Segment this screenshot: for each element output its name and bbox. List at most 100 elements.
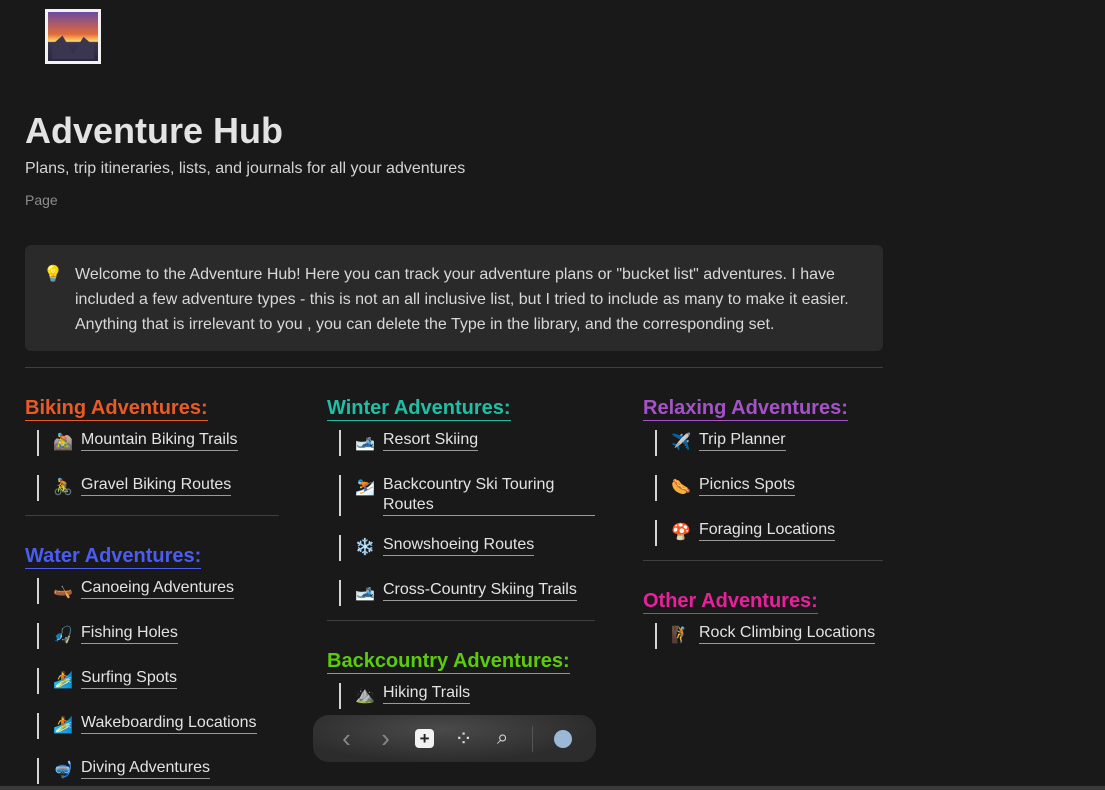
chevron-right-icon: › [381,723,390,753]
list-item: 🛶 Canoeing Adventures [37,578,279,604]
apps-button[interactable]: ⁘ [444,723,483,755]
page-emoji-icon: 🧗 [671,627,691,644]
list-item: 🎿 Cross-Country Skiing Trails [339,580,595,606]
list-item: ✈️ Trip Planner [655,430,883,456]
welcome-callout: 💡 Welcome to the Adventure Hub! Here you… [25,245,883,351]
biking-heading[interactable]: Biking Adventures: [25,396,208,421]
list-item: ❄️ Snowshoeing Routes [339,535,595,561]
page-emoji-icon: ⛰️ [355,687,375,704]
page-emoji-icon: 🌭 [671,479,691,496]
page-emoji-icon: 🏄 [53,717,73,734]
list-item: 🏄 Wakeboarding Locations [37,713,279,739]
page-emoji-icon: 🎿 [355,434,375,451]
page-link[interactable]: Backcountry Ski Touring Routes [383,476,554,513]
list-item: 🎿 Resort Skiing [339,430,595,456]
page-link-wrapper[interactable]: Trip Planner [699,430,786,451]
water-section: Water Adventures: 🛶 Canoeing Adventures 🎣 Fi… [25,544,279,784]
page-link-wrapper[interactable]: Fishing Holes [81,623,178,644]
relaxing-section: Relaxing Adventures: ✈️ Trip Planner 🌭 Picni… [643,396,883,546]
page-emoji-icon: ✈️ [671,434,691,451]
page-link-wrapper[interactable]: Surfing Spots [81,668,178,689]
page-emoji-icon: 🏄 [53,672,73,689]
water-heading[interactable]: Water Adventures: [25,544,202,569]
page-emoji-icon: 🍄 [671,524,691,541]
page-link-wrapper[interactable]: Rock Climbing Locations [699,623,876,644]
page-emoji-icon: 🛶 [53,582,73,599]
divider [327,620,595,621]
page-link[interactable]: Trip Planner [699,431,786,448]
divider [25,367,883,368]
dots-grid-icon: ⁘ [454,725,473,751]
page-emoji-icon: ❄️ [355,539,375,556]
winter-section: Winter Adventures: 🎿 Resort Skiing ⛷️ Backco… [327,396,595,606]
page-icon[interactable] [45,9,101,64]
page-link[interactable]: Surfing Spots [81,669,177,686]
page-emoji-icon: 🎣 [53,627,73,644]
new-page-button[interactable]: + [405,723,444,755]
page-link[interactable]: Fishing Holes [81,624,178,641]
profile-button[interactable] [543,723,582,755]
divider [25,515,279,516]
page-link-wrapper[interactable]: Foraging Locations [699,520,836,541]
page-link-wrapper[interactable]: Cross-Country Skiing Trails [383,580,577,601]
page-subtitle: Plans, trip itineraries, lists, and jour… [25,160,466,177]
page-link[interactable]: Rock Climbing Locations [699,624,875,641]
page-link-wrapper[interactable]: Mountain Biking Trails [81,430,238,451]
page-link[interactable]: Snowshoeing Routes [383,536,534,553]
page-link-wrapper[interactable]: Backcountry Ski Touring Routes [383,475,595,516]
page-emoji-icon: 🚵 [53,434,73,451]
list-item: ⛷️ Backcountry Ski Touring Routes [339,475,595,516]
back-button[interactable]: ‹ [327,723,366,755]
horizontal-scrollbar[interactable] [0,786,1105,790]
other-heading[interactable]: Other Adventures: [643,589,818,614]
list-item: 🏄 Surfing Spots [37,668,279,694]
list-item: 🧗 Rock Climbing Locations [655,623,883,649]
page-link[interactable]: Cross-Country Skiing Trails [383,581,577,598]
page-emoji-icon: 🤿 [53,762,73,779]
list-item: 🌭 Picnics Spots [655,475,883,501]
page-link-wrapper[interactable]: Hiking Trails [383,683,471,704]
page-link-wrapper[interactable]: Resort Skiing [383,430,479,451]
page-link-wrapper[interactable]: Diving Adventures [81,758,210,779]
page-title: Adventure Hub [25,110,284,151]
list-item: 🤿 Diving Adventures [37,758,279,784]
list-item: 🎣 Fishing Holes [37,623,279,649]
page-link[interactable]: Gravel Biking Routes [81,476,231,493]
page-link[interactable]: Diving Adventures [81,759,210,776]
plus-icon: + [415,729,435,748]
page-link-wrapper[interactable]: Gravel Biking Routes [81,475,232,496]
backcountry-heading[interactable]: Backcountry Adventures: [327,649,570,674]
page-link[interactable]: Wakeboarding Locations [81,714,257,731]
list-item: 🍄 Foraging Locations [655,520,883,546]
list-item: 🚴 Gravel Biking Routes [37,475,279,501]
page-link[interactable]: Hiking Trails [383,684,470,701]
divider [643,560,883,561]
forward-button[interactable]: › [366,723,405,755]
winter-heading[interactable]: Winter Adventures: [327,396,511,421]
lightbulb-icon: 💡 [43,266,63,283]
page-emoji-icon: ⛷️ [355,479,375,496]
list-item: 🚵 Mountain Biking Trails [37,430,279,456]
biking-section: Biking Adventures: 🚵 Mountain Biking Trail… [25,396,279,501]
other-section: Other Adventures: 🧗 Rock Climbing Location… [643,589,883,649]
floating-toolbar: ‹ › + ⁘ ⌕ [313,715,596,762]
page-link[interactable]: Resort Skiing [383,431,478,448]
callout-text: Welcome to the Adventure Hub! Here you c… [75,266,849,333]
page-link[interactable]: Mountain Biking Trails [81,431,238,448]
page-type-label: Page [25,192,58,208]
page-link-wrapper[interactable]: Canoeing Adventures [81,578,234,599]
relaxing-heading[interactable]: Relaxing Adventures: [643,396,848,421]
page-link-wrapper[interactable]: Picnics Spots [699,475,796,496]
page-link-wrapper[interactable]: Wakeboarding Locations [81,713,257,734]
page-link-wrapper[interactable]: Snowshoeing Routes [383,535,535,556]
page-link[interactable]: Canoeing Adventures [81,579,234,596]
list-item: ⛰️ Hiking Trails [339,683,595,709]
chevron-left-icon: ‹ [342,723,351,753]
page-emoji-icon: 🎿 [355,584,375,601]
page-emoji-icon: 🚴 [53,479,73,496]
page-link[interactable]: Foraging Locations [699,521,835,538]
search-button[interactable]: ⌕ [483,723,522,755]
page-link[interactable]: Picnics Spots [699,476,795,493]
search-icon: ⌕ [496,727,509,749]
toolbar-separator [532,725,534,752]
